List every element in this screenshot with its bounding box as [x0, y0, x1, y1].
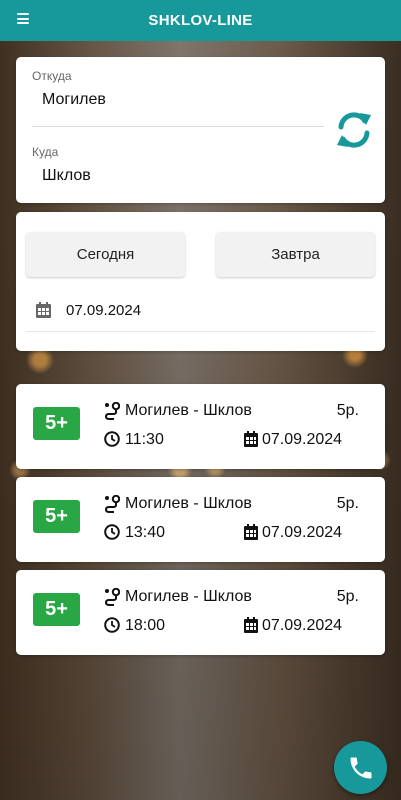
- trip-time: 18:00: [125, 617, 166, 634]
- calendar-icon: [244, 431, 258, 447]
- calendar-icon: [244, 524, 258, 540]
- trip-card[interactable]: 5+ Могилев - Шклов 5р. 11:30 07.09.2024: [16, 384, 385, 469]
- tomorrow-button[interactable]: Завтра: [216, 232, 375, 277]
- selected-date: 07.09.2024: [66, 302, 142, 319]
- trip-price: 5р.: [336, 495, 359, 512]
- route-icon: [104, 495, 120, 513]
- swap-icon[interactable]: [335, 109, 373, 151]
- age-badge: 5+: [33, 500, 80, 533]
- trip-date: 07.09.2024: [262, 524, 343, 541]
- menu-icon[interactable]: [17, 13, 29, 24]
- app-bar: SHKLOV-LINE: [0, 0, 401, 41]
- clock-icon: [104, 524, 120, 540]
- age-badge: 5+: [33, 407, 80, 440]
- to-field[interactable]: Шклов: [42, 167, 91, 185]
- call-button[interactable]: [334, 741, 387, 794]
- app-title: SHKLOV-LINE: [148, 12, 253, 29]
- trip-route: Могилев - Шклов: [125, 495, 252, 512]
- today-button[interactable]: Сегодня: [26, 232, 185, 277]
- from-label: Откуда: [32, 69, 72, 83]
- date-card: Сегодня Завтра 07.09.2024: [16, 212, 385, 351]
- trip-time: 13:40: [125, 524, 166, 541]
- trip-route: Могилев - Шклов: [125, 588, 252, 605]
- age-badge: 5+: [33, 593, 80, 626]
- trip-date: 07.09.2024: [262, 617, 343, 634]
- clock-icon: [104, 617, 120, 633]
- clock-icon: [104, 431, 120, 447]
- trip-card[interactable]: 5+ Могилев - Шклов 5р. 13:40 07.09.2024: [16, 477, 385, 562]
- trip-route: Могилев - Шклов: [125, 402, 252, 419]
- from-field[interactable]: Могилев: [42, 91, 106, 109]
- trip-price: 5р.: [336, 588, 359, 605]
- calendar-icon: [36, 302, 51, 318]
- phone-icon: [350, 757, 371, 778]
- to-label: Куда: [32, 145, 59, 159]
- calendar-icon: [244, 617, 258, 633]
- trip-date: 07.09.2024: [262, 431, 343, 448]
- trip-card[interactable]: 5+ Могилев - Шклов 5р. 18:00 07.09.2024: [16, 570, 385, 655]
- date-field[interactable]: 07.09.2024: [26, 294, 375, 332]
- route-card: Откуда Могилев Куда Шклов: [16, 57, 385, 203]
- trip-price: 5р.: [336, 402, 359, 419]
- divider: [32, 126, 324, 127]
- route-icon: [104, 402, 120, 420]
- trip-time: 11:30: [125, 431, 164, 448]
- route-icon: [104, 588, 120, 606]
